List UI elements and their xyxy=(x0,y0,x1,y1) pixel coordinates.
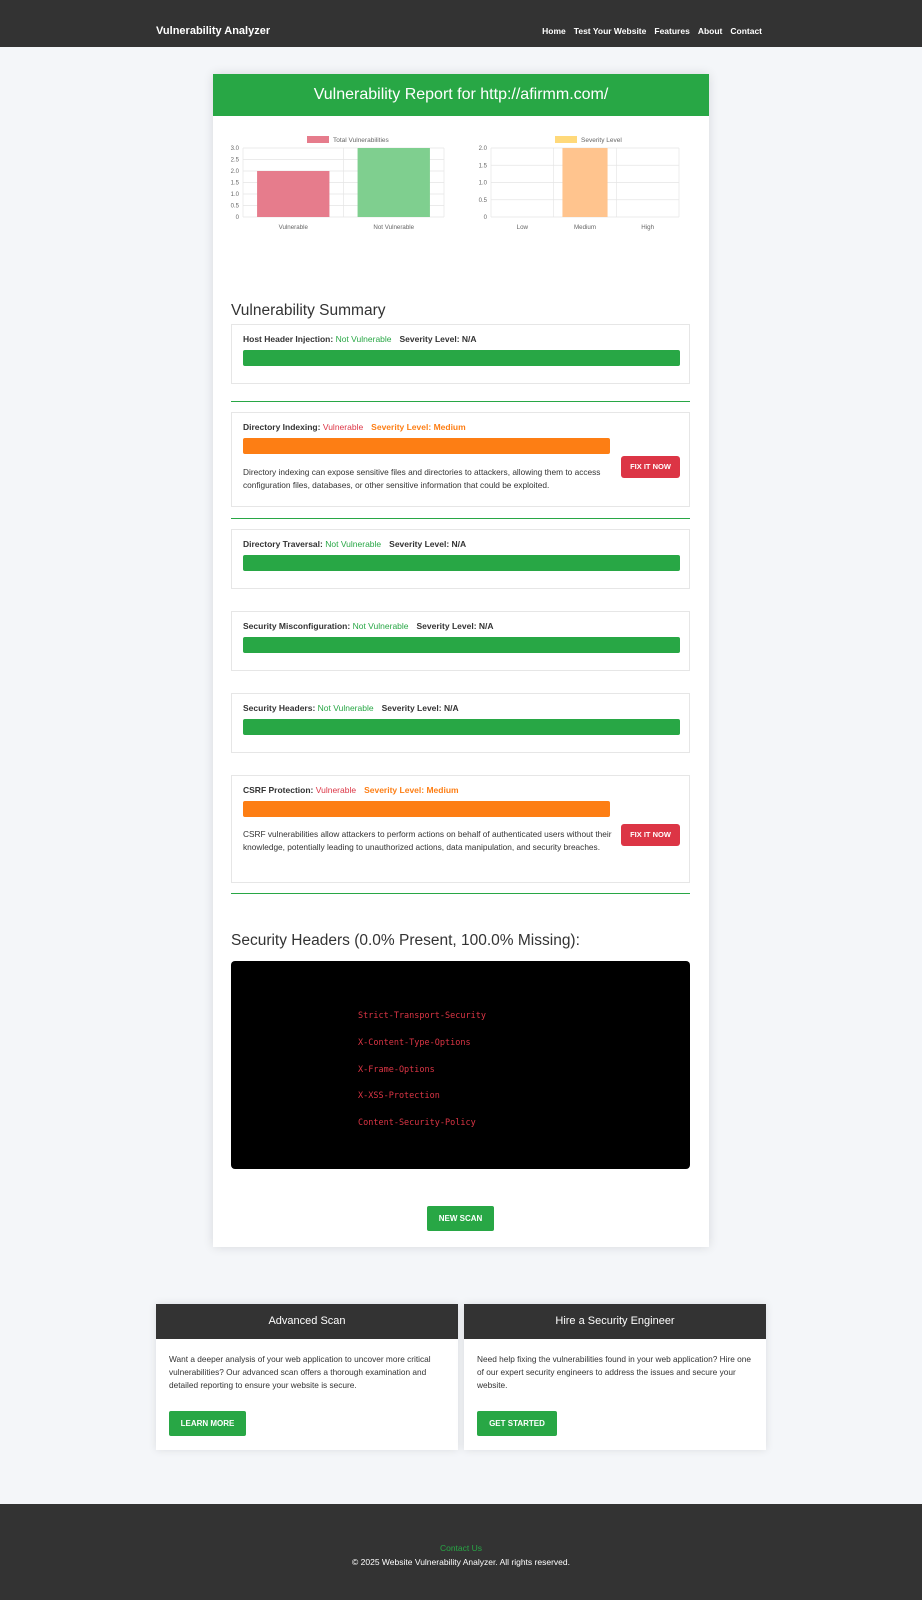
severity-value: N/A xyxy=(451,539,467,549)
vuln-name: CSRF Protection: xyxy=(243,785,314,795)
learn-more-button[interactable]: LEARN MORE xyxy=(169,1411,246,1436)
status-bar xyxy=(243,438,610,454)
bar-medium[interactable] xyxy=(562,148,608,217)
fix-it-now-button[interactable]: FIX IT NOW xyxy=(621,456,680,478)
new-scan-button[interactable]: NEW SCAN xyxy=(427,1206,494,1231)
vuln-description: CSRF vulnerabilities allow attackers to … xyxy=(243,829,612,852)
y-tick-label: 1.5 xyxy=(479,163,488,169)
nav-about[interactable]: About xyxy=(698,26,723,36)
y-tick-label: 2.0 xyxy=(479,146,488,152)
bar-vulnerable[interactable] xyxy=(257,171,330,217)
nav-links: Home Test Your Website Features About Co… xyxy=(542,26,762,36)
hire-engineer-card: Hire a Security Engineer Need help fixin… xyxy=(464,1304,766,1450)
get-started-button[interactable]: GET STARTED xyxy=(477,1411,557,1436)
vuln-item-host-header: Host Header Injection: Not Vulnerable Sev… xyxy=(231,324,690,384)
contact-us-link[interactable]: Contact Us xyxy=(0,1543,922,1553)
missing-header: X-Frame-Options xyxy=(358,1065,435,1075)
divider xyxy=(231,401,690,402)
vuln-name: Host Header Injection: xyxy=(243,334,334,344)
y-tick-label: 1.0 xyxy=(231,192,240,198)
y-tick-label: 2.0 xyxy=(231,169,240,175)
y-tick-label: 0.5 xyxy=(231,204,240,210)
promo-text: Want a deeper analysis of your web appli… xyxy=(169,1354,431,1390)
severity-value: N/A xyxy=(461,334,477,344)
vuln-name: Directory Traversal: xyxy=(243,539,323,549)
y-tick-label: 1.5 xyxy=(231,181,240,187)
missing-header: X-Content-Type-Options xyxy=(358,1038,471,1048)
vuln-name: Security Headers: xyxy=(243,703,316,713)
status-bar xyxy=(243,637,680,653)
promo-title: Hire a Security Engineer xyxy=(464,1304,766,1339)
nav-home[interactable]: Home xyxy=(542,26,566,36)
vuln-status: Not Vulnerable xyxy=(352,621,409,631)
nav-features[interactable]: Features xyxy=(654,26,689,36)
severity-value: Medium xyxy=(426,785,459,795)
vuln-item-security-headers: Security Headers: Not Vulnerable Severity… xyxy=(231,693,690,753)
missing-header: Content-Security-Policy xyxy=(358,1118,476,1128)
severity-label: Severity Level: xyxy=(389,539,450,549)
advanced-scan-card: Advanced Scan Want a deeper analysis of … xyxy=(156,1304,458,1450)
divider xyxy=(231,518,690,519)
missing-header: Strict-Transport-Security xyxy=(358,1011,486,1021)
x-tick-label: High xyxy=(641,224,654,231)
copyright: © 2025 Website Vulnerability Analyzer. A… xyxy=(352,1557,570,1567)
missing-header: X-XSS-Protection xyxy=(358,1091,440,1101)
legend-label: Severity Level xyxy=(581,137,622,144)
nav-contact[interactable]: Contact xyxy=(730,26,762,36)
x-tick-label: Medium xyxy=(574,224,596,231)
report-card: Vulnerability Report for http://afirmm.c… xyxy=(213,74,709,1247)
x-tick-label: Not Vulnerable xyxy=(373,224,414,231)
bar-not-vulnerable[interactable] xyxy=(357,148,430,217)
y-tick-label: 1.0 xyxy=(479,181,488,187)
y-tick-label: 0 xyxy=(236,215,240,221)
status-bar xyxy=(243,555,680,571)
security-headers-title: Security Headers (0.0% Present, 100.0% M… xyxy=(231,932,580,949)
report-title: Vulnerability Report for http://afirmm.c… xyxy=(213,74,709,116)
vuln-status: Not Vulnerable xyxy=(335,334,392,344)
status-bar xyxy=(243,350,680,366)
vuln-item-csrf-protection: CSRF Protection: Vulnerable Severity Leve… xyxy=(231,775,690,883)
severity-level-chart: Severity Level 0 0.5 1.0 1.5 2.0 Low Medium Hi… xyxy=(479,136,680,231)
severity-value: N/A xyxy=(443,703,459,713)
severity-label: Severity Level: xyxy=(399,334,460,344)
promo-text: Need help fixing the vulnerabilities fou… xyxy=(477,1354,751,1390)
nav-test-your-website[interactable]: Test Your Website xyxy=(574,26,647,36)
footer: Contact Us © 2025 Website Vulnerability … xyxy=(0,1504,922,1600)
y-tick-label: 0 xyxy=(484,215,488,221)
brand-logo[interactable]: Vulnerability Analyzer xyxy=(156,25,270,37)
promo-title: Advanced Scan xyxy=(156,1304,458,1339)
navbar: Vulnerability Analyzer Home Test Your We… xyxy=(0,0,922,47)
vuln-item-directory-traversal: Directory Traversal: Not Vulnerable Sever… xyxy=(231,529,690,589)
legend-swatch xyxy=(307,136,329,143)
missing-headers-terminal: Strict-Transport-Security X-Content-Type… xyxy=(231,961,690,1169)
y-tick-label: 2.5 xyxy=(231,158,240,164)
severity-label: Severity Level: xyxy=(416,621,477,631)
vuln-name: Security Misconfiguration: xyxy=(243,621,351,631)
legend-swatch xyxy=(555,136,577,143)
severity-label: Severity Level: xyxy=(364,785,425,795)
x-tick-label: Vulnerable xyxy=(279,224,309,231)
legend-label: Total Vulnerabilities xyxy=(333,137,390,144)
x-tick-label: Low xyxy=(517,224,529,231)
severity-value: N/A xyxy=(478,621,494,631)
vuln-status: Vulnerable xyxy=(315,785,357,795)
status-bar xyxy=(243,719,680,735)
summary-title: Vulnerability Summary xyxy=(231,302,386,319)
total-vulnerabilities-chart: Total Vulnerabilities 0 0.5 1.0 1.5 2.0 2.5 3.… xyxy=(231,136,445,231)
vuln-status: Vulnerable xyxy=(322,422,364,432)
vuln-description: Directory indexing can expose sensitive … xyxy=(243,467,601,490)
y-tick-label: 3.0 xyxy=(231,146,240,152)
divider xyxy=(231,893,690,894)
severity-label: Severity Level: xyxy=(371,422,432,432)
vuln-status: Not Vulnerable xyxy=(317,703,374,713)
severity-value: Medium xyxy=(433,422,466,432)
y-tick-label: 0.5 xyxy=(479,198,488,204)
vuln-item-directory-indexing: Directory Indexing: Vulnerable Severity L… xyxy=(231,412,690,507)
severity-label: Severity Level: xyxy=(381,703,442,713)
fix-it-now-button[interactable]: FIX IT NOW xyxy=(621,824,680,846)
status-bar xyxy=(243,801,610,817)
vuln-item-security-misconfiguration: Security Misconfiguration: Not Vulnerabl… xyxy=(231,611,690,671)
vuln-status: Not Vulnerable xyxy=(325,539,382,549)
vuln-name: Directory Indexing: xyxy=(243,422,321,432)
